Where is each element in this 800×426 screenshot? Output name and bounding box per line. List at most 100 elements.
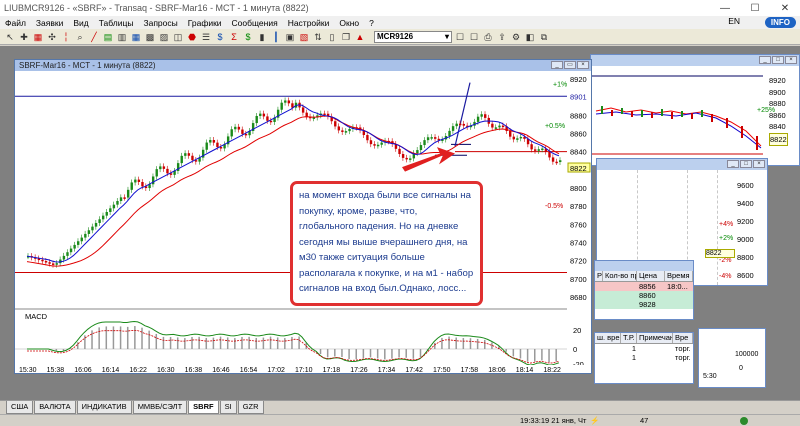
layout-icon[interactable]: ▣ <box>284 31 296 43</box>
candle <box>409 158 412 160</box>
menu-requests[interactable]: Запросы <box>138 18 182 28</box>
vertical-line-icon[interactable]: ╎ <box>60 31 72 43</box>
info-button[interactable]: INFO <box>764 17 796 28</box>
view-icon[interactable]: ◧ <box>524 31 536 43</box>
macd-bar <box>476 338 479 349</box>
tab-indicative[interactable]: ИНДИКАТИВ <box>76 401 132 414</box>
print-icon[interactable]: ⎙ <box>482 31 494 43</box>
min-icon[interactable]: _ <box>727 160 739 168</box>
tab-currency[interactable]: ВАЛЮТА <box>34 401 76 414</box>
tab-si[interactable]: SI <box>219 401 237 414</box>
menu-view[interactable]: Вид <box>68 18 93 28</box>
table-icon[interactable]: ▤ <box>102 31 114 43</box>
time-tick-label: 16:14 <box>102 367 120 373</box>
small-chart-window[interactable]: 100000 0 5:30 <box>698 328 766 388</box>
bar-icon[interactable]: ▮ <box>256 31 268 43</box>
max-icon[interactable]: □ <box>772 56 784 64</box>
list-icon[interactable]: ☰ <box>200 31 212 43</box>
export-icon[interactable]: ⇪ <box>496 31 508 43</box>
min-icon[interactable]: _ <box>759 56 771 64</box>
candle <box>44 261 48 263</box>
page-icon[interactable]: ▯ <box>326 31 338 43</box>
close-icon[interactable]: × <box>577 61 589 69</box>
orders-table[interactable]: ш. време Т.Р. Примечание Вре 1 торг. 1 т… <box>594 332 694 384</box>
candle <box>209 140 212 143</box>
zoom-icon[interactable]: ⌕ <box>74 31 86 43</box>
trend-line <box>454 82 471 147</box>
buy-icon[interactable]: ☐ <box>454 31 466 43</box>
max-icon[interactable]: □ <box>740 160 752 168</box>
macd-bar <box>469 338 472 349</box>
menu-help[interactable]: ? <box>364 18 379 28</box>
copy-icon[interactable]: ❐ <box>340 31 352 43</box>
security-select[interactable]: MCR9126 <box>374 30 452 43</box>
quotes-table-caption <box>595 261 693 271</box>
candle <box>334 121 337 127</box>
stop-icon[interactable]: ⬣ <box>186 31 198 43</box>
sort-icon[interactable]: ⇅ <box>312 31 324 43</box>
macd-bar <box>98 327 100 349</box>
close-icon[interactable]: × <box>785 56 797 64</box>
workspace-tabs: США ВАЛЮТА ИНДИКАТИВ ММВБ/СЭЛТ SBRF SI G… <box>0 400 800 414</box>
candle <box>237 126 241 130</box>
chart-icon[interactable]: ▦ <box>32 31 44 43</box>
pct-label-minus05: -0.5% <box>545 203 563 210</box>
table-row[interactable]: 1 торг. <box>595 353 693 362</box>
table-row[interactable]: 1 торг. <box>595 344 693 353</box>
time-tick-label: 17:10 <box>295 367 313 373</box>
minimize-button[interactable]: — <box>710 0 740 16</box>
restore-icon[interactable]: ▭ <box>564 61 576 69</box>
menu-window[interactable]: Окно <box>334 18 364 28</box>
time-tick-label: 17:26 <box>350 367 368 373</box>
news-icon[interactable]: ▧ <box>298 31 310 43</box>
macd-bar <box>376 349 379 359</box>
sell-icon[interactable]: ☐ <box>468 31 480 43</box>
cross-icon[interactable]: ✚ <box>18 31 30 43</box>
menu-settings[interactable]: Настройки <box>283 18 335 28</box>
time-tick-label: 16:38 <box>185 367 203 373</box>
language-switch[interactable]: EN <box>728 16 740 26</box>
macd-bar <box>234 338 236 349</box>
close-icon[interactable]: × <box>753 160 765 168</box>
grid-icon-2[interactable]: ▨ <box>158 31 170 43</box>
menu-messages[interactable]: Сообщения <box>227 18 283 28</box>
settings-icon[interactable]: ⚙ <box>510 31 522 43</box>
table-row[interactable]: 8856 18:0... <box>595 282 693 291</box>
candle <box>205 142 208 150</box>
money-icon[interactable]: $ <box>242 31 254 43</box>
grid-icon[interactable]: ▩ <box>144 31 156 43</box>
table-row[interactable]: 8860 <box>595 291 693 300</box>
crosshair-icon[interactable]: ✣ <box>46 31 58 43</box>
cursor-icon[interactable]: ↖ <box>4 31 16 43</box>
maximize-button[interactable]: ☐ <box>740 0 770 16</box>
alert-icon[interactable]: ▲ <box>354 31 366 43</box>
menu-charts[interactable]: Графики <box>183 18 227 28</box>
candle <box>112 204 116 209</box>
table-icon-3[interactable]: ▦ <box>130 31 142 43</box>
tab-usa[interactable]: США <box>6 401 34 414</box>
right-chart-window[interactable]: _ □ × 8920 8900 8880 8860 8840 8822 +25% <box>590 54 800 166</box>
time-tick-label: 17:50 <box>433 367 451 373</box>
menu-tables[interactable]: Таблицы <box>94 18 139 28</box>
table-row[interactable]: 9828 <box>595 300 693 309</box>
status-dot-icon <box>740 417 748 425</box>
tab-sbrf[interactable]: SBRF <box>188 401 219 414</box>
tab-micex[interactable]: ММВБ/СЭЛТ <box>132 401 188 414</box>
close-button[interactable]: ✕ <box>770 0 800 16</box>
trend-line-icon[interactable]: ╱ <box>88 31 100 43</box>
table-icon-2[interactable]: ▥ <box>116 31 128 43</box>
window-icon[interactable]: ◫ <box>172 31 184 43</box>
menu-orders[interactable]: Заявки <box>31 18 68 28</box>
dollar-icon[interactable]: $ <box>214 31 226 43</box>
candles-icon[interactable]: ┃ <box>270 31 282 43</box>
minimize-icon[interactable]: _ <box>551 61 563 69</box>
quotes-table[interactable]: Р Кол-во пр Цена Время 8856 18:0... 8860… <box>594 260 694 320</box>
menu-file[interactable]: Файл <box>0 18 31 28</box>
tab-gzr[interactable]: GZR <box>237 401 264 414</box>
candle <box>455 123 458 127</box>
candle <box>119 197 123 202</box>
window2-icon[interactable]: ⧉ <box>538 31 550 43</box>
macd-bar <box>369 349 372 358</box>
sum-icon[interactable]: Σ <box>228 31 240 43</box>
macd-bar <box>248 336 250 349</box>
